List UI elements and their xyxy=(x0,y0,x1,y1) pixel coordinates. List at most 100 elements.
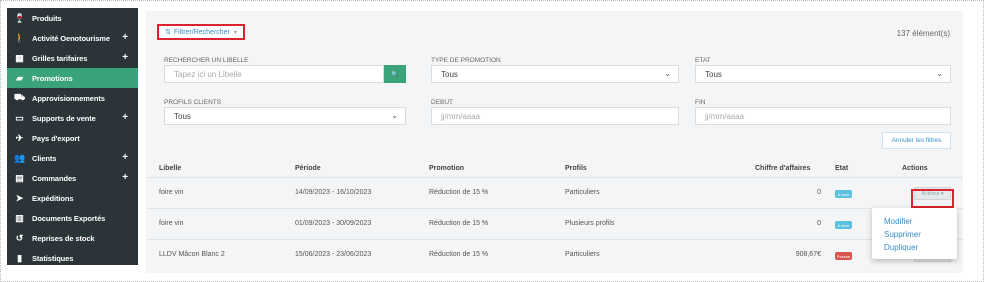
filter-search-button[interactable]: ⇅ Filtrer/Rechercher ▾ xyxy=(157,24,245,40)
sidebar-item-7[interactable]: 👥 Clients + xyxy=(7,148,138,168)
result-count: 137 élément(s) xyxy=(896,29,950,38)
profils-clients-label: PROFILS CLIENTS xyxy=(164,99,222,106)
export-doc-icon: ▥ xyxy=(15,212,24,223)
menu-item-modifier[interactable]: Modifier xyxy=(884,215,957,228)
chevron-down-icon: ⌄ xyxy=(391,111,398,120)
profils-clients-select[interactable]: Tous ⌄ xyxy=(164,107,406,125)
sidebar-item-label: Statistiques xyxy=(32,253,74,263)
filter-button-label: Filtrer/Rechercher xyxy=(173,28,230,36)
column-header-profils: Profils xyxy=(565,165,587,172)
sidebar-item-3[interactable]: ▰ Promotions xyxy=(7,68,138,88)
undo-icon: ↺ xyxy=(15,232,24,243)
fin-label: FIN xyxy=(695,99,706,106)
cell-chiffre-affaires: 908,67€ xyxy=(795,251,821,258)
sidebar-item-label: Clients xyxy=(32,153,57,163)
expand-plus-icon[interactable]: + xyxy=(122,32,128,43)
sidebar-item-0[interactable]: 🍷 Produits xyxy=(7,8,138,28)
sidebar-item-12[interactable]: ▮ Statistiques xyxy=(7,248,138,265)
cell-promotion: Réduction de 15 % xyxy=(429,251,489,258)
document-icon: ▤ xyxy=(15,172,24,183)
tag-icon: ▰ xyxy=(16,72,23,83)
screenshot-frame: 🍷 Produits 🚶 Activité Oenotourisme + ▦ Grilles… xyxy=(0,0,984,282)
main-panel: ⇅ Filtrer/Rechercher ▾ 137 élément(s) RE… xyxy=(146,11,963,273)
sidebar-item-8[interactable]: ▤ Commandes + xyxy=(7,168,138,188)
column-header-libelle: Libelle xyxy=(159,165,182,172)
cell-chiffre-affaires: 0 xyxy=(817,220,821,227)
type-promotion-select[interactable]: Tous ⌄ xyxy=(431,65,679,83)
truck-icon: ⛟ xyxy=(13,92,26,102)
sidebar-item-label: Reprises de stock xyxy=(32,233,95,243)
column-header-chiffre-affaires: Chiffre d'affaires xyxy=(755,165,811,172)
cell-chiffre-affaires: 0 xyxy=(817,189,821,196)
filter-icon: ⇅ xyxy=(165,29,171,36)
sidebar-item-label: Pays d'export xyxy=(32,133,80,143)
sidebar-item-11[interactable]: ↺ Reprises de stock xyxy=(7,228,138,248)
cell-periode: 01/09/2023 - 30/09/2023 xyxy=(295,220,372,227)
expand-plus-icon[interactable]: + xyxy=(122,112,128,123)
column-header-etat: Etat xyxy=(835,165,849,172)
sidebar-item-label: Documents Exportés xyxy=(32,213,106,223)
sidebar-item-5[interactable]: ▭ Supports de vente + xyxy=(7,108,138,128)
sidebar: 🍷 Produits 🚶 Activité Oenotourisme + ▦ Grilles… xyxy=(7,8,138,265)
debut-placeholder: jj/mm/aaaa xyxy=(441,111,481,121)
debut-date-input[interactable]: jj/mm/aaaa xyxy=(431,107,679,125)
sidebar-item-label: Approvisionnements xyxy=(32,93,105,103)
etat-select[interactable]: Tous ⌄ xyxy=(695,65,951,83)
sidebar-item-label: Grilles tarifaires xyxy=(32,53,88,63)
status-badge: A venir xyxy=(835,190,852,198)
menu-item-supprimer[interactable]: Supprimer xyxy=(884,228,957,241)
fin-placeholder: jj/mm/aaaa xyxy=(705,111,745,121)
reset-filters-button[interactable]: Annuler les filtres xyxy=(882,132,951,149)
person-walking-icon: 🚶 xyxy=(13,32,26,43)
cell-periode: 14/09/2023 - 16/10/2023 xyxy=(295,189,372,196)
paper-plane-icon: ➤ xyxy=(15,192,24,203)
sidebar-item-2[interactable]: ▦ Grilles tarifaires + xyxy=(7,48,138,68)
cell-libelle: foire vin xyxy=(159,189,184,196)
menu-item-dupliquer[interactable]: Dupliquer xyxy=(884,241,957,254)
column-header-promotion: Promotion xyxy=(429,165,464,172)
search-icon: 🔍 xyxy=(391,71,399,78)
table-header: Libelle Période Promotion Profils Chiffr… xyxy=(146,160,963,177)
expand-plus-icon[interactable]: + xyxy=(122,172,128,183)
actions-highlight xyxy=(911,189,954,208)
cell-promotion: Réduction de 15 % xyxy=(429,220,489,227)
profils-clients-value: Tous xyxy=(174,111,191,121)
etat-label: ETAT xyxy=(695,57,711,64)
cell-profils: Plusieurs profils xyxy=(565,220,615,227)
cell-profils: Particuliers xyxy=(565,251,600,258)
etat-value: Tous xyxy=(705,69,722,79)
sidebar-item-label: Promotions xyxy=(32,73,73,83)
store-icon: ▭ xyxy=(15,112,24,123)
search-button[interactable]: 🔍 xyxy=(384,65,406,83)
actions-dropdown-menu: Modifier Supprimer Dupliquer xyxy=(872,208,957,259)
column-header-actions: Actions xyxy=(902,165,928,172)
price-grid-icon: ▦ xyxy=(15,52,24,63)
type-promotion-value: Tous xyxy=(441,69,458,79)
table-row: foire vin 14/09/2023 - 16/10/2023 Réductio… xyxy=(146,177,963,208)
cell-profils: Particuliers xyxy=(565,189,600,196)
chevron-down-icon: ⌄ xyxy=(664,69,671,78)
libelle-filter-label: RECHERCHER UN LIBELLE xyxy=(164,57,249,64)
caret-down-icon: ▾ xyxy=(233,29,237,36)
cell-periode: 15/06/2023 - 23/06/2023 xyxy=(295,251,372,258)
sidebar-item-label: Produits xyxy=(32,13,62,23)
plane-icon: ✈ xyxy=(15,132,24,143)
stats-icon: ▮ xyxy=(17,252,22,263)
expand-plus-icon[interactable]: + xyxy=(122,152,128,163)
users-icon: 👥 xyxy=(13,152,26,163)
debut-label: DEBUT xyxy=(431,99,454,106)
status-badge: A venir xyxy=(835,221,852,229)
sidebar-item-9[interactable]: ➤ Expéditions xyxy=(7,188,138,208)
sidebar-item-10[interactable]: ▥ Documents Exportés xyxy=(7,208,138,228)
libelle-placeholder: Tapez ici un Libelle xyxy=(174,69,242,79)
expand-plus-icon[interactable]: + xyxy=(122,52,128,63)
sidebar-item-6[interactable]: ✈ Pays d'export xyxy=(7,128,138,148)
sidebar-item-label: Expéditions xyxy=(32,193,74,203)
sidebar-item-label: Commandes xyxy=(32,173,77,183)
sidebar-item-1[interactable]: 🚶 Activité Oenotourisme + xyxy=(7,28,138,48)
table-row: foire vin 01/09/2023 - 30/09/2023 Réductio… xyxy=(146,208,963,239)
fin-date-input[interactable]: jj/mm/aaaa xyxy=(695,107,951,125)
sidebar-item-4[interactable]: ⛟ Approvisionnements xyxy=(7,88,138,108)
libelle-search-input[interactable]: Tapez ici un Libelle xyxy=(164,65,384,83)
type-promotion-label: TYPE DE PROMOTION xyxy=(431,57,501,64)
